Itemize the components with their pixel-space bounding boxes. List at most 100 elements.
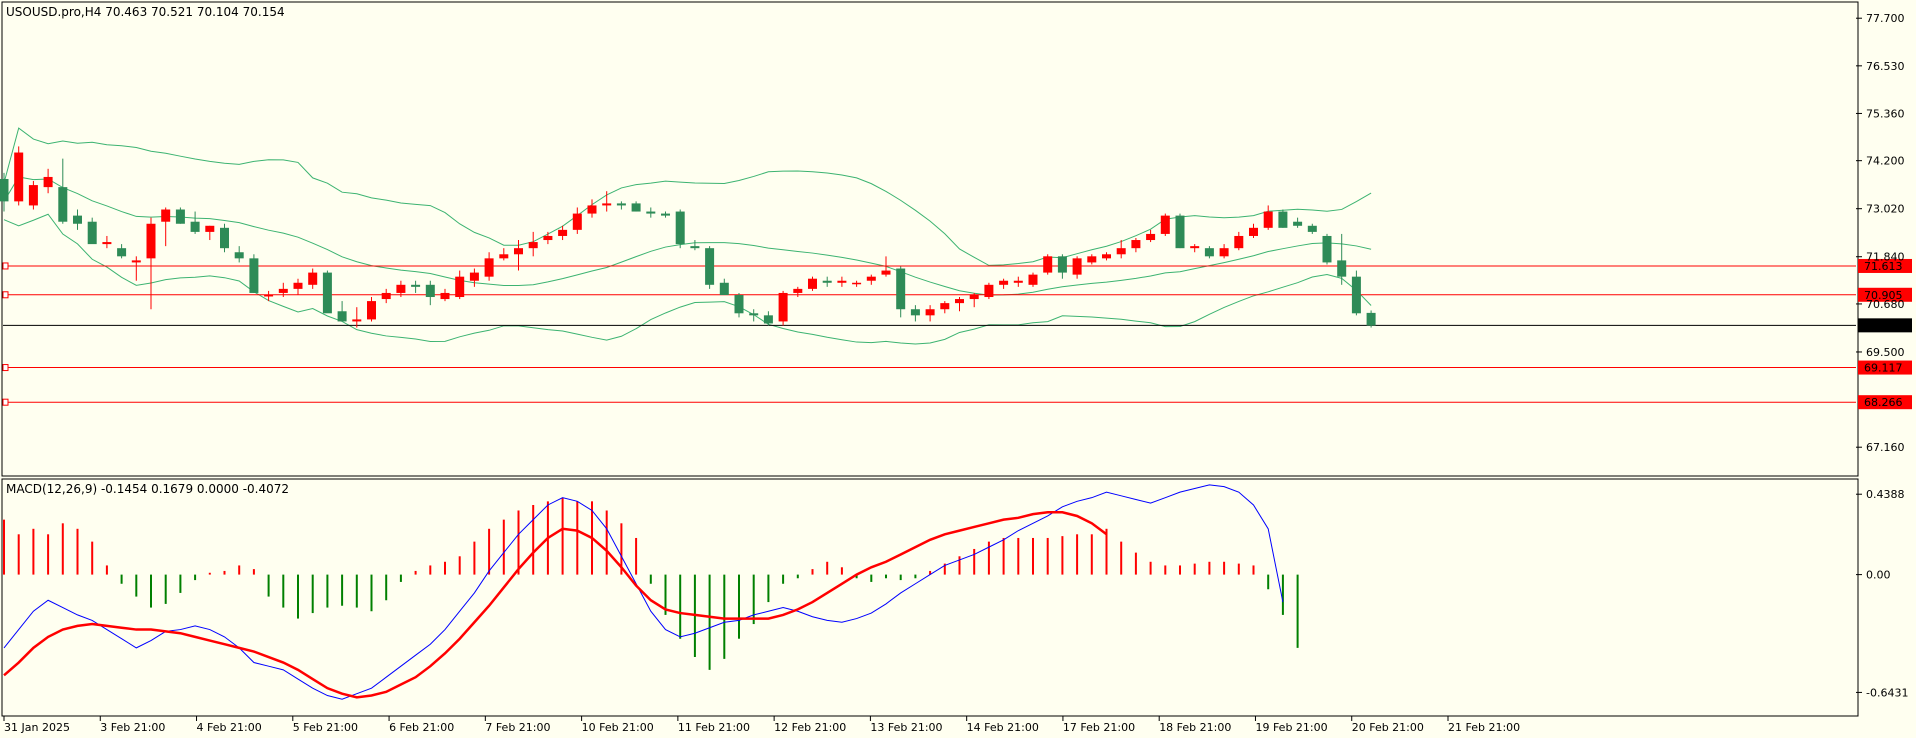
candle-body xyxy=(469,272,479,281)
candle-body xyxy=(969,294,979,300)
price-tick-label: 74.200 xyxy=(1866,155,1905,168)
candle-body xyxy=(131,260,141,263)
macd-axis: 0.4388 0.00 -0.6431 xyxy=(1856,488,1908,699)
candle-body xyxy=(1116,248,1126,255)
candle-body xyxy=(616,203,626,206)
candle-body xyxy=(293,282,303,289)
candle-body xyxy=(87,221,97,245)
candle-body xyxy=(705,248,715,285)
candle-body xyxy=(690,246,700,249)
candle-body xyxy=(234,252,244,259)
candle-body xyxy=(337,311,347,322)
candle-body xyxy=(881,270,891,275)
price-tick-label: 75.360 xyxy=(1866,107,1905,120)
candle-body xyxy=(322,272,332,314)
candle-body xyxy=(411,284,421,287)
candle-body xyxy=(587,205,597,214)
candle-body xyxy=(264,294,274,297)
candle-body xyxy=(1337,260,1347,277)
line-anchor-marker xyxy=(2,398,9,406)
candle-body xyxy=(1146,233,1156,241)
candle-body xyxy=(1013,280,1023,283)
price-line-label: 68.266 xyxy=(1864,396,1903,409)
time-tick-label: 17 Feb 21:00 xyxy=(1063,721,1135,734)
candle-body xyxy=(146,223,156,259)
candle-body xyxy=(749,313,759,316)
time-tick-label: 11 Feb 21:00 xyxy=(678,721,750,734)
candle-body xyxy=(1307,225,1317,232)
candle-body xyxy=(925,309,935,316)
time-tick-label: 13 Feb 21:00 xyxy=(870,721,942,734)
macd-tick-label: 0.00 xyxy=(1866,569,1891,582)
candle-body xyxy=(808,278,817,289)
candle-body xyxy=(1057,256,1067,273)
candle-body xyxy=(940,303,950,310)
candle-body xyxy=(1351,276,1361,314)
candle-body xyxy=(455,276,465,298)
candle-body xyxy=(1293,221,1303,226)
price-panel-header: USOUSD.pro,H4 70.463 70.521 70.104 70.15… xyxy=(6,5,285,19)
price-tick-label: 67.160 xyxy=(1866,441,1905,454)
time-tick-label: 12 Feb 21:00 xyxy=(774,721,846,734)
candle-body xyxy=(822,280,832,283)
time-tick-label: 14 Feb 21:00 xyxy=(967,721,1039,734)
time-tick-label: 18 Feb 21:00 xyxy=(1159,721,1231,734)
candle-body xyxy=(602,203,612,206)
candle-body xyxy=(367,301,376,320)
candle-body xyxy=(1249,227,1258,236)
candle-body xyxy=(778,292,788,322)
candle-body xyxy=(866,276,876,281)
candle-body xyxy=(793,288,803,293)
candle-body xyxy=(175,209,185,224)
candle-body xyxy=(631,203,641,212)
line-anchor-marker xyxy=(2,291,9,299)
price-line-label: 69.117 xyxy=(1864,362,1903,375)
candle-body xyxy=(1366,312,1376,326)
candle-body xyxy=(425,284,435,298)
candle-body xyxy=(719,282,729,295)
candle-body xyxy=(308,272,318,285)
candle-body xyxy=(440,292,450,300)
candle-body xyxy=(205,225,215,232)
candle-body xyxy=(514,248,523,255)
candle-body xyxy=(1043,256,1053,273)
price-tick-label: 73.020 xyxy=(1866,203,1905,216)
candle-body xyxy=(14,152,24,202)
candle-body xyxy=(499,254,509,259)
time-tick-label: 7 Feb 21:00 xyxy=(485,721,550,734)
candle-body xyxy=(543,235,553,241)
macd-panel-header: MACD(12,26,9) -0.1454 0.1679 0.0000 -0.4… xyxy=(6,482,289,496)
time-tick-label: 3 Feb 21:00 xyxy=(100,721,165,734)
candle-body xyxy=(558,229,568,236)
candle-body xyxy=(73,215,82,224)
candle-body xyxy=(999,280,1009,285)
candle-body xyxy=(58,187,68,222)
candle-body xyxy=(352,319,362,322)
time-tick-label: 21 Feb 21:00 xyxy=(1448,721,1520,734)
chart-root[interactable]: 71.613 70.905 69.117 68.266 70.154 77.700 76.… xyxy=(0,0,1916,738)
candle-body xyxy=(1219,248,1229,257)
candle-body xyxy=(484,258,494,277)
candle-body xyxy=(28,185,38,206)
candle-body xyxy=(984,284,994,298)
candle-body xyxy=(43,176,53,188)
macd-tick-label: 0.4388 xyxy=(1866,488,1905,501)
macd-tick-label: -0.6431 xyxy=(1866,686,1908,699)
line-anchor-marker xyxy=(2,262,9,270)
time-tick-label: 10 Feb 21:00 xyxy=(582,721,654,734)
candle-body xyxy=(1087,256,1097,263)
candle-body xyxy=(910,309,920,316)
candle-body xyxy=(1204,248,1214,257)
price-tick-label: 71.840 xyxy=(1866,251,1905,264)
candle-body xyxy=(1131,240,1141,249)
candle-body xyxy=(646,211,656,214)
chart-svg[interactable]: 71.61370.90569.11768.26670.154 77.70076.… xyxy=(0,0,1916,738)
candle-body xyxy=(249,258,259,293)
price-axis: 77.700 76.530 75.360 74.200 73.020 71.840 70.6… xyxy=(1856,12,1905,454)
candle-body xyxy=(220,227,229,249)
time-tick-label: 6 Feb 21:00 xyxy=(389,721,454,734)
candle-body xyxy=(1190,246,1200,249)
candle-body xyxy=(1263,211,1273,228)
candle-body xyxy=(190,221,200,232)
candle-body xyxy=(1160,215,1170,234)
